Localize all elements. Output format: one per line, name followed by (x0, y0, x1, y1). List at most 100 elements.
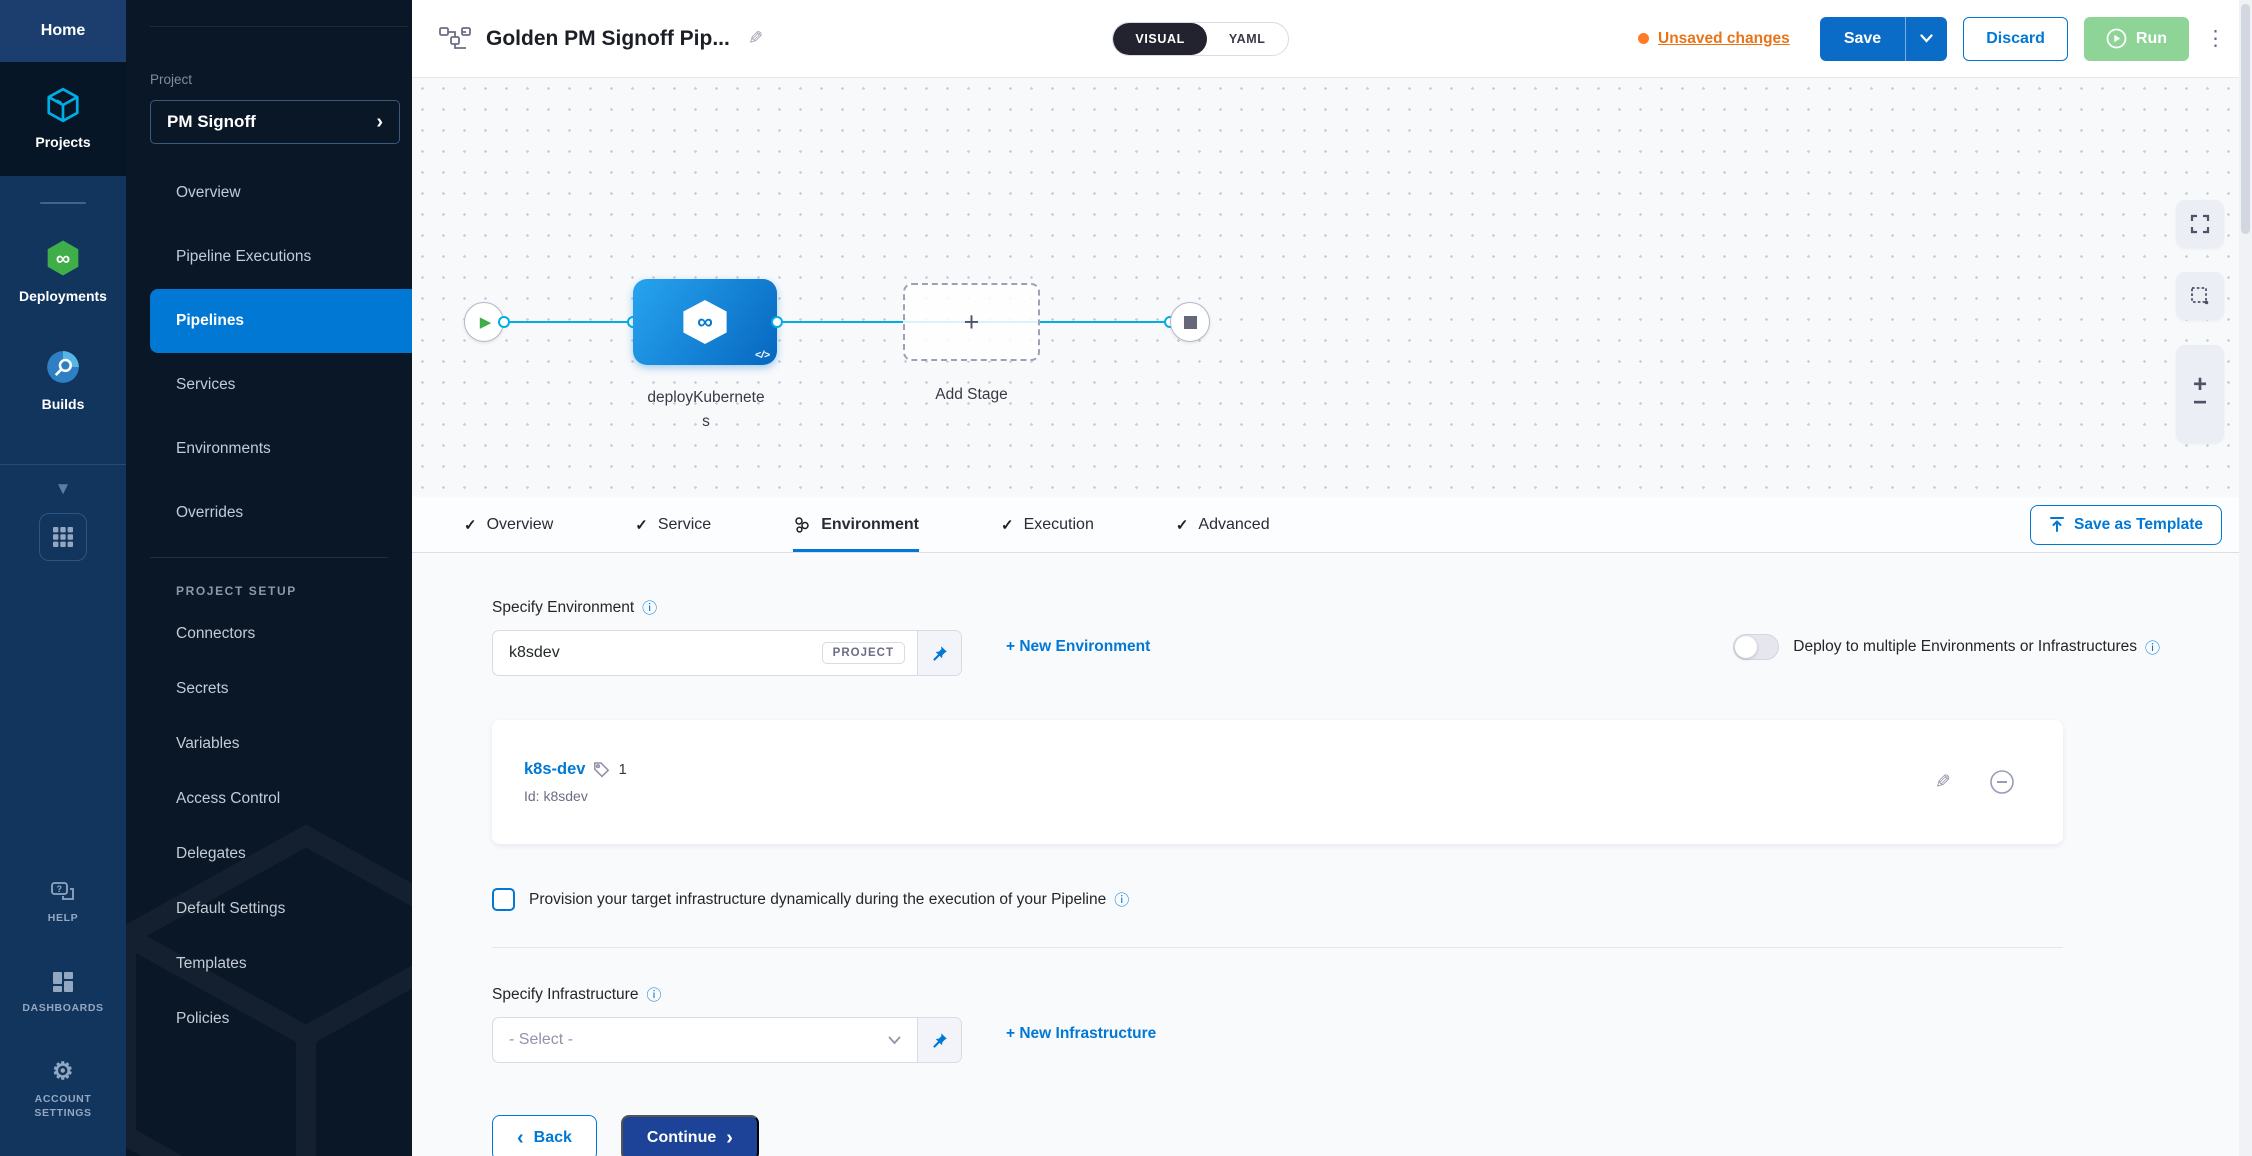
info-icon[interactable]: ⓘ (646, 984, 661, 1005)
rail-module-deployments[interactable]: ∞ Deployments (0, 238, 126, 304)
info-icon[interactable]: ⓘ (2145, 637, 2160, 658)
sidebar-item-variables[interactable]: Variables (126, 716, 412, 771)
info-icon[interactable]: ⓘ (642, 597, 657, 618)
rail-dashboards-link[interactable]: DASHBOARDS (22, 970, 103, 1014)
environment-input[interactable] (509, 644, 812, 662)
visual-yaml-toggle: VISUAL YAML (1112, 22, 1288, 56)
save-button[interactable]: Save (1820, 17, 1905, 61)
sidebar-item-overrides[interactable]: Overrides (126, 481, 412, 545)
save-as-template-label: Save as Template (2074, 516, 2203, 534)
new-environment-link[interactable]: + New Environment (1006, 638, 1150, 656)
environment-id: Id: k8sdev (524, 788, 627, 804)
header-kebab-menu-icon[interactable]: ⋮ (2205, 26, 2226, 51)
scrollbar-thumb[interactable] (2241, 4, 2250, 234)
specify-infrastructure-text: Specify Infrastructure (492, 986, 638, 1004)
tab-overview[interactable]: ✓ Overview (464, 497, 553, 552)
sidebar-item-label: Pipeline Executions (176, 248, 311, 266)
sidebar-top-divider (150, 26, 408, 27)
pipeline-edge-line (504, 321, 1170, 323)
pin-icon (931, 1032, 948, 1049)
check-icon: ✓ (635, 516, 648, 534)
remove-environment-icon[interactable] (1989, 769, 2015, 795)
info-icon[interactable]: ⓘ (1114, 889, 1129, 910)
environment-input-field: PROJECT (493, 631, 917, 675)
project-name: PM Signoff (167, 112, 256, 132)
sidebar-item-label: Services (176, 376, 235, 394)
tag-icon (593, 761, 610, 778)
page-scrollbar[interactable] (2239, 0, 2252, 1156)
pin-runtime-input-button[interactable] (917, 631, 961, 675)
rail-projects-label: Projects (35, 134, 90, 150)
tab-execution[interactable]: ✓ Execution (1001, 497, 1094, 552)
pipeline-canvas[interactable]: ▶ ∞ </> + deployKubernetes Add Stage (412, 78, 2252, 497)
rail-module-builds[interactable]: Builds (0, 348, 126, 412)
environment-name-link[interactable]: k8s-dev (524, 760, 585, 779)
unsaved-changes-indicator[interactable]: Unsaved changes (1638, 30, 1790, 48)
svg-text:∞: ∞ (56, 248, 70, 270)
specify-infrastructure-label: Specify Infrastructure ⓘ (492, 984, 2252, 1005)
canvas-fullscreen-button[interactable] (2176, 200, 2224, 248)
deploy-multiple-label: Deploy to multiple Environments or Infra… (1793, 637, 2160, 658)
sidebar-item-services[interactable]: Services (126, 353, 412, 417)
section-divider (492, 947, 2063, 948)
tab-label: Execution (1024, 516, 1094, 534)
check-icon: ✓ (1176, 516, 1189, 534)
deploy-multiple-toggle[interactable] (1733, 634, 1779, 660)
sidebar-item-overview[interactable]: Overview (126, 161, 412, 225)
save-as-template-button[interactable]: Save as Template (2030, 505, 2222, 545)
yaml-mode-button[interactable]: YAML (1207, 23, 1288, 55)
new-infrastructure-link[interactable]: + New Infrastructure (1006, 1025, 1156, 1043)
tab-advanced[interactable]: ✓ Advanced (1176, 497, 1270, 552)
run-button[interactable]: Run (2084, 17, 2189, 61)
edit-environment-pencil-icon[interactable]: ✎ (1935, 771, 1951, 794)
rail-module-projects[interactable]: Projects (0, 62, 126, 176)
canvas-select-marquee-button[interactable] (2176, 272, 2224, 320)
sidebar-item-pipelines[interactable]: Pipelines (150, 289, 412, 353)
stop-square-icon (1184, 316, 1197, 329)
add-stage-button[interactable]: + (903, 283, 1040, 361)
toggle-knob (1735, 636, 1757, 658)
projects-cube-icon (44, 86, 82, 124)
rail-home-link[interactable]: Home (0, 0, 126, 62)
environment-card-text: k8s-dev 1 Id: k8sdev (524, 760, 627, 804)
svg-text:?: ? (56, 884, 62, 894)
provision-checkbox[interactable] (492, 888, 515, 911)
sidebar-item-label: Overview (176, 184, 241, 202)
rail-account-settings-link[interactable]: ⚙ ACCOUNT SETTINGS (20, 1060, 106, 1120)
tab-service[interactable]: ✓ Service (635, 497, 711, 552)
sidebar-item-label: Environments (176, 440, 271, 458)
sidebar-item-pipeline-executions[interactable]: Pipeline Executions (126, 225, 412, 289)
pin-icon (931, 645, 948, 662)
infrastructure-select[interactable]: - Select - (493, 1018, 917, 1062)
environment-tab-icon (793, 516, 811, 534)
save-options-caret[interactable] (1905, 17, 1947, 61)
visual-mode-button[interactable]: VISUAL (1113, 23, 1206, 55)
sidebar-item-connectors[interactable]: Connectors (126, 606, 412, 661)
tab-environment[interactable]: Environment (793, 497, 919, 552)
back-button[interactable]: ‹ Back (492, 1115, 597, 1156)
rail-bottom-group: ? HELP DASHBOARDS ⚙ ACCOUNT SETTINGS (20, 880, 106, 1156)
provision-text: Provision your target infrastructure dyn… (529, 891, 1106, 909)
pipeline-end-node[interactable] (1170, 302, 1210, 342)
upload-icon (2049, 516, 2065, 533)
rail-home-label: Home (41, 22, 85, 40)
stage-code-icon: </> (755, 349, 770, 361)
play-icon: ▶ (480, 313, 492, 331)
sidebar-item-label: Secrets (176, 680, 229, 698)
continue-button[interactable]: Continue › (621, 1115, 759, 1156)
stage-node-deploy-kubernetes[interactable]: ∞ </> (633, 279, 777, 365)
rail-collapse-chevron-icon[interactable]: ▼ (0, 464, 126, 499)
pin-runtime-input-button[interactable] (917, 1018, 961, 1062)
environment-tab-content: Specify Environment ⓘ PROJECT (412, 553, 2252, 1156)
rail-help-link[interactable]: ? HELP (48, 880, 78, 924)
project-selector[interactable]: PM Signoff › (150, 100, 400, 144)
discard-button[interactable]: Discard (1963, 17, 2068, 61)
sidebar-item-environments[interactable]: Environments (126, 417, 412, 481)
sidebar-item-label: Variables (176, 735, 239, 753)
module-picker-button[interactable] (39, 513, 87, 561)
sidebar-item-secrets[interactable]: Secrets (126, 661, 412, 716)
chevron-down-icon (888, 1036, 901, 1045)
rail-builds-label: Builds (42, 396, 85, 412)
specify-environment-label: Specify Environment ⓘ (492, 597, 2252, 618)
edit-title-pencil-icon[interactable]: ✎ (748, 28, 763, 49)
